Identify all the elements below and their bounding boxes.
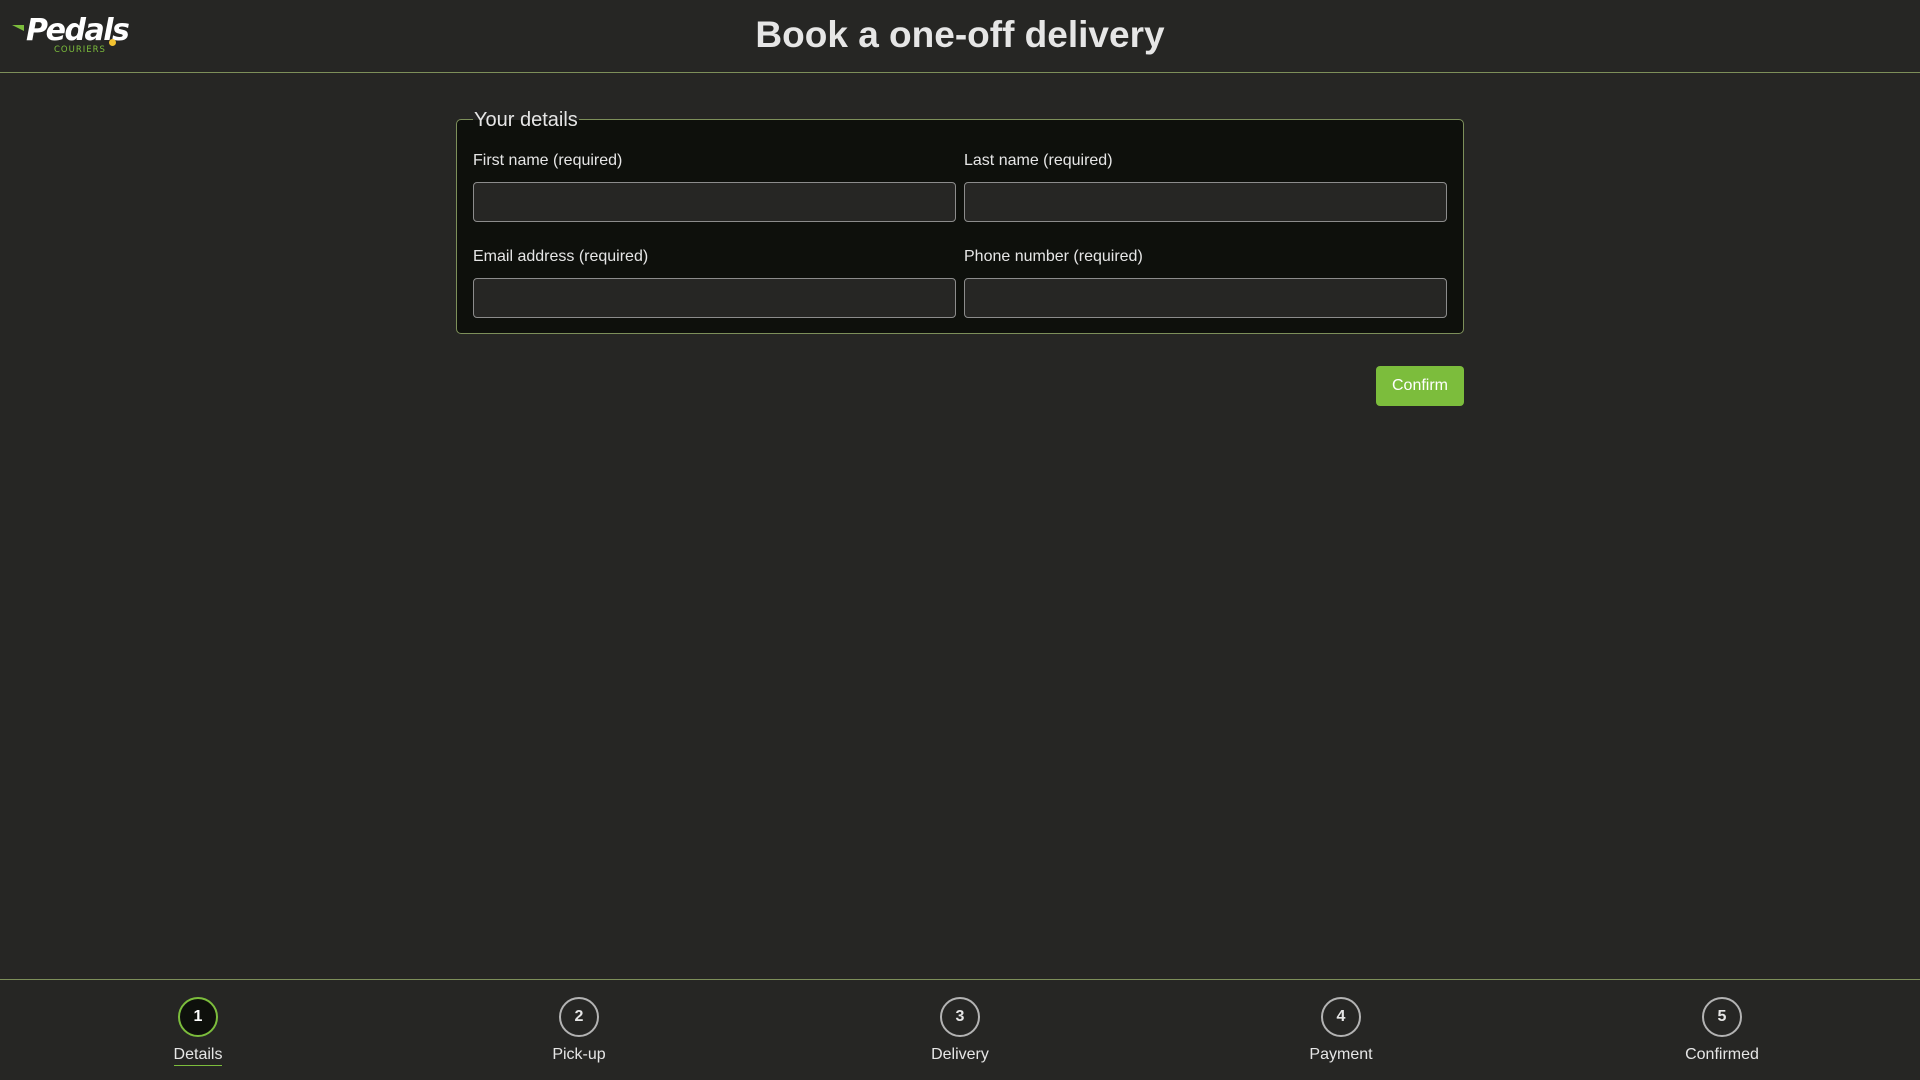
last-name-input[interactable]: [964, 182, 1447, 222]
step-number: 5: [1702, 997, 1742, 1037]
step-number: 1: [178, 997, 218, 1037]
email-input[interactable]: [473, 278, 956, 318]
step-label: Confirmed: [1685, 1046, 1759, 1063]
step-label: Delivery: [931, 1046, 989, 1063]
confirm-button[interactable]: Confirm: [1376, 366, 1464, 406]
step-confirmed[interactable]: 5 Confirmed: [1642, 997, 1802, 1065]
step-label: Payment: [1309, 1046, 1373, 1063]
first-name-label: First name (required): [473, 152, 623, 169]
step-label: Details: [173, 1045, 223, 1066]
step-delivery[interactable]: 3 Delivery: [880, 997, 1040, 1065]
header: Pedals COURIERS Book a one-off delivery: [0, 0, 1920, 73]
booking-stepper: 1 Details 2 Pick-up 3 Delivery 4 Payment…: [0, 979, 1920, 1080]
step-label: Pick-up: [552, 1046, 606, 1063]
step-number: 4: [1321, 997, 1361, 1037]
last-name-label: Last name (required): [964, 152, 1113, 169]
phone-input[interactable]: [964, 278, 1447, 318]
first-name-input[interactable]: [473, 182, 956, 222]
phone-label: Phone number (required): [964, 248, 1143, 265]
your-details-fieldset: Your details First name (required) Last …: [456, 108, 1464, 334]
step-pick-up[interactable]: 2 Pick-up: [499, 997, 659, 1065]
step-number: 3: [940, 997, 980, 1037]
step-number: 2: [559, 997, 599, 1037]
step-payment[interactable]: 4 Payment: [1261, 997, 1421, 1065]
page-title: Book a one-off delivery: [755, 14, 1165, 55]
email-label: Email address (required): [473, 248, 649, 265]
fieldset-legend: Your details: [473, 108, 579, 132]
step-details[interactable]: 1 Details: [118, 997, 278, 1066]
